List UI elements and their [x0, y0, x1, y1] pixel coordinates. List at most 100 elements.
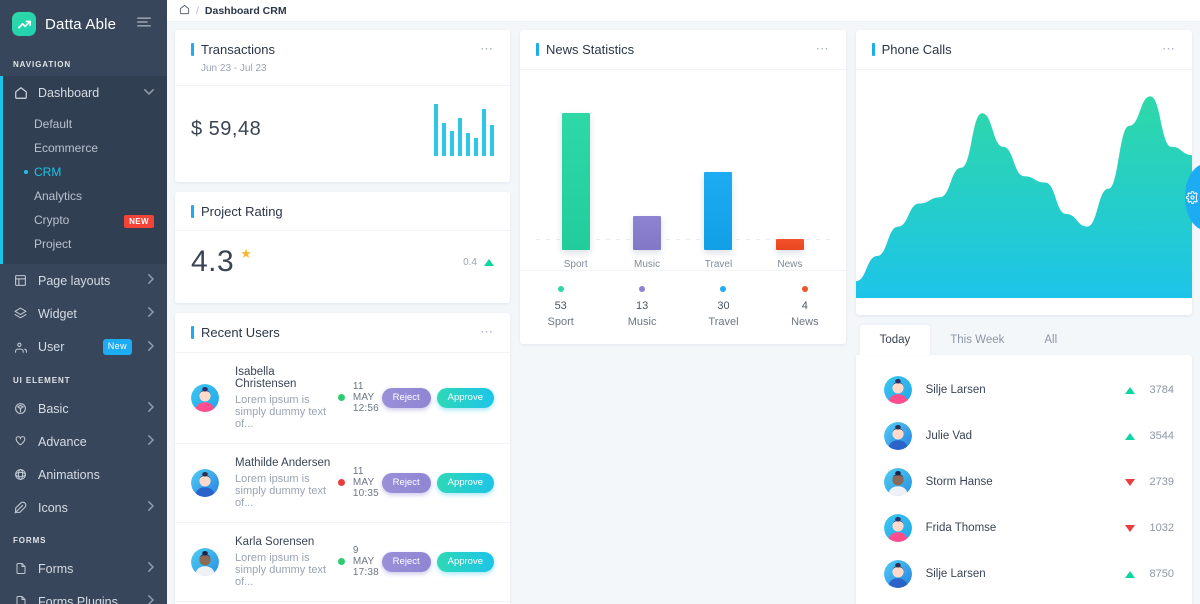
sidebar-caption-ui-element: UI ELEMENT	[13, 376, 71, 386]
sidebar-item-icons[interactable]: Icons	[0, 491, 167, 524]
legend-label: News	[791, 315, 819, 328]
transactions-sparkline-chart	[434, 103, 494, 156]
chevron-down-icon	[144, 88, 154, 98]
heart-icon	[13, 434, 28, 449]
news-bar	[561, 112, 590, 250]
sparkline-bar	[474, 137, 478, 156]
list-item: Silje Larsen 8750	[856, 551, 1192, 597]
chevron-right-icon	[147, 501, 154, 514]
user-name: Mathilde Andersen	[235, 456, 331, 469]
sidebar-subitem-project[interactable]: Project	[0, 232, 167, 256]
sidebar-item-label: User	[38, 340, 65, 355]
metric-group: 8750	[1125, 568, 1174, 580]
chevron-right-icon	[147, 562, 154, 575]
sidebar-item-forms[interactable]: Forms	[0, 552, 167, 585]
sidebar-subitem-crypto[interactable]: Crypto NEW	[0, 208, 167, 232]
sidebar-caption-forms: FORMS	[13, 536, 47, 546]
sidebar-item-page-layouts[interactable]: Page layouts	[0, 264, 167, 297]
user-name: Silje Larsen	[925, 384, 986, 396]
metric-value: 8750	[1149, 568, 1174, 580]
column-right: Phone Calls ⋯ Today This Week All Silje …	[855, 30, 1192, 604]
legend-label: Sport	[547, 315, 574, 328]
sidebar-subitem-default[interactable]: Default	[0, 112, 167, 136]
project-rating-card-header: Project Rating	[175, 192, 510, 232]
news-statistics-bar-chart: Sport Music Travel News	[520, 70, 846, 270]
news-legend-item: 30 Travel	[683, 285, 764, 328]
sidebar-subitem-analytics[interactable]: Analytics	[0, 184, 167, 208]
sparkline-bar	[490, 125, 494, 156]
news-legend-item: 4 News	[764, 285, 845, 328]
activity-list: Silje Larsen 3784 Julie Vad 3544 Storm Hanse…	[855, 355, 1192, 604]
approve-button[interactable]: Approve	[436, 473, 494, 493]
legend-dot	[639, 285, 646, 292]
user-description: Lorem ipsum is simply dummy text of...	[235, 551, 327, 588]
sidebar-item-dashboard[interactable]: Dashboard	[0, 76, 167, 109]
reject-button[interactable]: Reject	[381, 473, 431, 493]
chevron-right-icon	[147, 340, 154, 354]
tab-this-week[interactable]: This Week	[930, 325, 1024, 355]
sidebar-item-animations[interactable]: Animations	[0, 458, 167, 491]
news-bar-group: Music	[617, 216, 677, 270]
sidebar-brand: Datta Able	[0, 0, 167, 48]
approve-button[interactable]: Approve	[436, 388, 494, 408]
area-chart-svg	[855, 95, 1192, 298]
status-badge-new: New	[102, 339, 132, 356]
sidebar-subitem-ecommerce[interactable]: Ecommerce	[0, 136, 167, 160]
sidebar-item-label: Widget	[38, 306, 77, 321]
user-name: Frida Thomse	[925, 522, 997, 534]
sidebar-item-widget[interactable]: Widget	[0, 297, 167, 330]
news-bar-label: Sport	[563, 258, 588, 270]
reject-button[interactable]: Reject	[381, 552, 431, 572]
chevron-right-icon	[147, 435, 154, 448]
news-bar-group: Travel	[688, 172, 748, 270]
timestamp: 9 MAY 17:38	[352, 545, 379, 579]
sidebar-item-label: Advance	[38, 434, 87, 449]
metric-value: 3544	[1149, 430, 1174, 442]
home-icon[interactable]	[179, 4, 190, 18]
sparkline-bar	[450, 130, 454, 156]
table-row: Mathilde Andersen Lorem ipsum is simply d…	[175, 444, 510, 523]
phone-calls-area-chart	[855, 70, 1192, 298]
transactions-card-header: Transactions Jun 23 - Jul 23 ⋯	[175, 30, 510, 86]
more-horizontal-icon[interactable]: ⋯	[816, 42, 830, 55]
avatar	[191, 468, 219, 497]
user-description: Lorem ipsum is simply dummy text of...	[235, 472, 327, 509]
arrow-up-icon	[1125, 386, 1135, 394]
row-actions: Reject Approve	[381, 552, 494, 572]
recent-users-card: Recent Users ⋯ Isabella Christensen Lorem…	[175, 313, 510, 604]
chevron-right-icon	[147, 402, 154, 415]
list-item: Storm Hanse 2739	[856, 459, 1192, 505]
tab-all[interactable]: All	[1024, 325, 1077, 355]
more-horizontal-icon[interactable]: ⋯	[480, 325, 494, 338]
metric-group: 3544	[1125, 430, 1174, 442]
dashboard-row: Transactions Jun 23 - Jul 23 ⋯ $ 59,48 P…	[175, 30, 1192, 604]
avatar	[883, 422, 912, 450]
more-horizontal-icon[interactable]: ⋯	[1162, 42, 1176, 55]
legend-label: Music	[627, 315, 657, 328]
news-legend-item: 13 Music	[601, 285, 682, 328]
sidebar-item-forms-plugins[interactable]: Forms Plugins	[0, 585, 167, 604]
hamburger-icon[interactable]	[133, 11, 155, 37]
tab-today[interactable]: Today	[859, 325, 931, 355]
news-bar-group: Sport	[546, 112, 606, 270]
project-rating-card: Project Rating 4.3 ★ 0.4	[175, 191, 510, 304]
avatar	[883, 376, 912, 404]
home-icon	[13, 85, 28, 100]
sidebar-item-user[interactable]: User New	[0, 330, 167, 364]
sparkline-bar	[482, 108, 486, 156]
news-statistics-legend: 53 Sport 13 Music 30 Travel 4 News	[520, 269, 846, 344]
app-logo-icon	[12, 12, 36, 36]
settings-tab-button[interactable]	[1174, 165, 1200, 229]
metric-group: 1032	[1125, 522, 1174, 534]
more-horizontal-icon[interactable]: ⋯	[480, 42, 494, 55]
user-name: Julie Vad	[925, 430, 973, 442]
reject-button[interactable]: Reject	[381, 388, 431, 408]
main-area: / Dashboard CRM Transactions Jun 23 - Ju…	[167, 0, 1200, 604]
approve-button[interactable]: Approve	[436, 552, 494, 572]
list-item: Frida Thomse 1032	[856, 505, 1192, 551]
sidebar-item-basic[interactable]: Basic	[0, 392, 167, 425]
project-rating-delta-group: 0.4	[463, 257, 494, 268]
sidebar-subitem-crm[interactable]: CRM	[0, 160, 167, 184]
sidebar-item-advance[interactable]: Advance	[0, 425, 167, 458]
feather-icon	[13, 500, 28, 515]
